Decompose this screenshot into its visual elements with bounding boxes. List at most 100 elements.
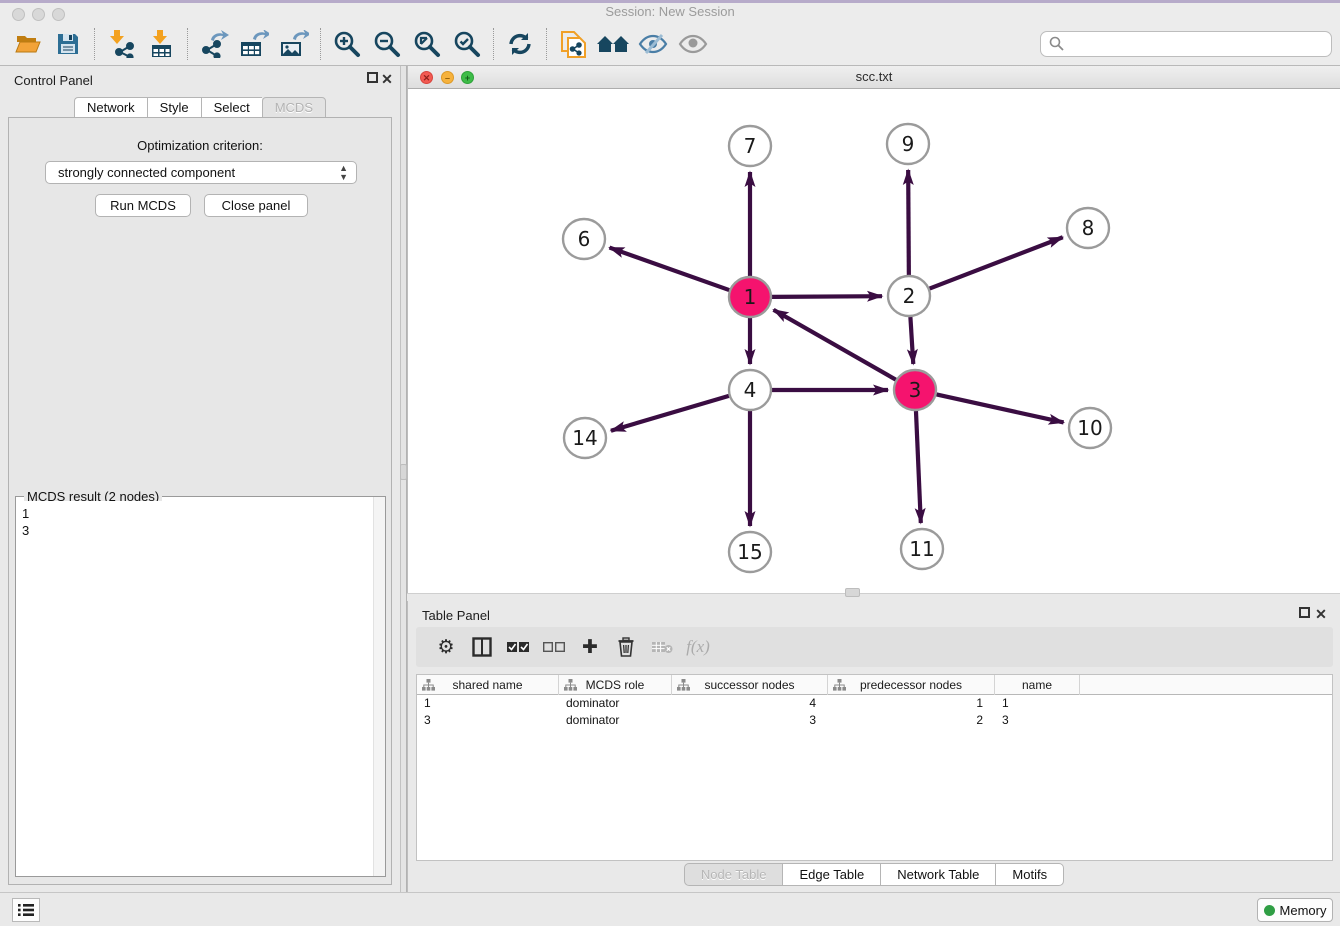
tab-node-table[interactable]: Node Table — [684, 863, 783, 886]
window-close-icon[interactable] — [12, 8, 25, 21]
save-icon[interactable] — [48, 26, 88, 62]
show-all-eye-icon[interactable] — [673, 26, 713, 62]
table-header-row: shared name MCDS role successor nodesprede… — [417, 675, 1332, 695]
export-network-icon[interactable] — [194, 26, 234, 62]
graph-edge-1-6[interactable] — [609, 248, 729, 290]
clone-network-icon[interactable] — [553, 26, 593, 62]
float-panel-icon[interactable] — [1299, 607, 1310, 618]
window-minimize-icon[interactable] — [32, 8, 45, 21]
graph-node-9[interactable]: 9 — [887, 124, 929, 164]
graph-node-8[interactable]: 8 — [1067, 208, 1109, 248]
table-cell: 3 — [995, 712, 1080, 729]
table-cell: 3 — [672, 712, 828, 729]
window-title: Session: New Session — [605, 4, 734, 19]
column-header-name[interactable]: name — [995, 675, 1080, 695]
graph-edge-3-1[interactable] — [774, 310, 896, 380]
open-folder-icon[interactable] — [8, 26, 48, 62]
graph-node-11[interactable]: 11 — [901, 529, 943, 569]
table-panel: Table Panel ✕ ⚙ ✚ — [407, 601, 1340, 892]
close-panel-button[interactable]: Close panel — [204, 194, 308, 217]
zoom-selected-icon[interactable] — [447, 26, 487, 62]
network-graph: 7 9 6 8 1 2 4 3 14 10 15 11 — [408, 89, 1339, 592]
tab-motifs[interactable]: Motifs — [995, 863, 1064, 886]
graph-edge-2-9[interactable] — [908, 170, 909, 275]
table-row[interactable]: 3dominator323 — [417, 712, 1332, 729]
memory-button[interactable]: Memory — [1257, 898, 1333, 922]
column-header-predecessor-nodes[interactable]: predecessor nodes — [828, 675, 995, 695]
zoom-out-icon[interactable] — [367, 26, 407, 62]
graph-node-7[interactable]: 7 — [729, 126, 771, 166]
vertical-splitter[interactable] — [400, 66, 407, 892]
graph-edge-3-10[interactable] — [936, 394, 1063, 422]
mcds-result-list[interactable]: 13 — [17, 501, 372, 875]
memory-label: Memory — [1280, 903, 1327, 918]
tab-select[interactable]: Select — [201, 97, 262, 118]
run-mcds-button[interactable]: Run MCDS — [95, 194, 191, 217]
table-settings-gear-icon[interactable]: ⚙ — [428, 631, 464, 663]
horizontal-splitter[interactable] — [407, 593, 1340, 601]
graph-edge-2-8[interactable] — [930, 237, 1063, 288]
column-label: MCDS role — [586, 678, 645, 692]
show-column-panel-icon[interactable] — [464, 631, 500, 663]
graph-node-4[interactable]: 4 — [729, 370, 771, 410]
graph-node-1[interactable]: 1 — [729, 277, 771, 317]
optimization-criterion-label: Optimization criterion: — [9, 138, 391, 153]
window-zoom-icon[interactable] — [52, 8, 65, 21]
select-all-columns-icon[interactable] — [500, 631, 536, 663]
network-window-titlebar[interactable]: ✕ – + scc.txt — [408, 66, 1340, 89]
export-table-icon[interactable] — [234, 26, 274, 62]
table-cell: 1 — [828, 695, 995, 712]
graph-edge-1-2[interactable] — [772, 296, 882, 297]
network-canvas[interactable]: 7 9 6 8 1 2 4 3 14 10 15 11 — [408, 89, 1340, 597]
node-label: 6 — [578, 227, 591, 251]
delete-column-trash-icon[interactable] — [608, 631, 644, 663]
splitter-handle[interactable] — [400, 464, 407, 480]
import-network-icon[interactable] — [101, 26, 141, 62]
graph-node-3[interactable]: 3 — [894, 370, 936, 410]
refresh-icon[interactable] — [500, 26, 540, 62]
import-table-icon[interactable] — [141, 26, 181, 62]
tab-network[interactable]: Network — [74, 97, 147, 118]
graph-edge-2-3[interactable] — [910, 317, 913, 364]
result-scrollbar[interactable] — [373, 497, 385, 876]
export-image-icon[interactable] — [274, 26, 314, 62]
task-history-list-icon[interactable] — [12, 898, 40, 922]
zoom-in-icon[interactable] — [327, 26, 367, 62]
search-box[interactable] — [1040, 31, 1332, 57]
close-panel-icon[interactable]: ✕ — [380, 72, 394, 86]
network-close-icon[interactable]: ✕ — [420, 71, 433, 84]
tab-network-table[interactable]: Network Table — [880, 863, 995, 886]
tab-edge-table[interactable]: Edge Table — [782, 863, 880, 886]
add-column-icon[interactable]: ✚ — [572, 631, 608, 663]
network-minimize-icon[interactable]: – — [441, 71, 454, 84]
criterion-select[interactable]: strongly connected component ▲▼ — [45, 161, 357, 184]
column-header-MCDS-role[interactable]: MCDS role — [559, 675, 672, 695]
column-header-successor-nodes[interactable]: successor nodes — [672, 675, 828, 695]
graph-edge-4-14[interactable] — [611, 396, 729, 431]
tab-style[interactable]: Style — [147, 97, 201, 118]
table-cell: 4 — [672, 695, 828, 712]
close-panel-icon[interactable]: ✕ — [1314, 607, 1328, 621]
graph-node-6[interactable]: 6 — [563, 219, 605, 259]
splitter-handle[interactable] — [845, 588, 860, 597]
graph-node-15[interactable]: 15 — [729, 532, 771, 572]
tab-mcds[interactable]: MCDS — [262, 97, 326, 118]
graph-node-2[interactable]: 2 — [888, 276, 930, 316]
graph-node-10[interactable]: 10 — [1069, 408, 1111, 448]
node-table: shared name MCDS role successor nodesprede… — [416, 674, 1333, 861]
node-label: 14 — [572, 426, 597, 450]
zoom-fit-icon[interactable] — [407, 26, 447, 62]
network-maximize-icon[interactable]: + — [461, 71, 474, 84]
search-input[interactable] — [1070, 36, 1323, 51]
toolbar-separator — [546, 28, 547, 60]
home-layout-icon[interactable] — [593, 26, 633, 62]
graph-edge-3-11[interactable] — [916, 411, 921, 523]
hide-selected-eye-icon[interactable] — [633, 26, 673, 62]
result-line: 1 — [22, 505, 367, 522]
table-row[interactable]: 1dominator411 — [417, 695, 1332, 712]
graph-node-14[interactable]: 14 — [564, 418, 606, 458]
column-header-shared-name[interactable]: shared name — [417, 675, 559, 695]
node-label: 10 — [1077, 416, 1102, 440]
deselect-all-columns-icon[interactable] — [536, 631, 572, 663]
float-panel-icon[interactable] — [367, 72, 378, 83]
